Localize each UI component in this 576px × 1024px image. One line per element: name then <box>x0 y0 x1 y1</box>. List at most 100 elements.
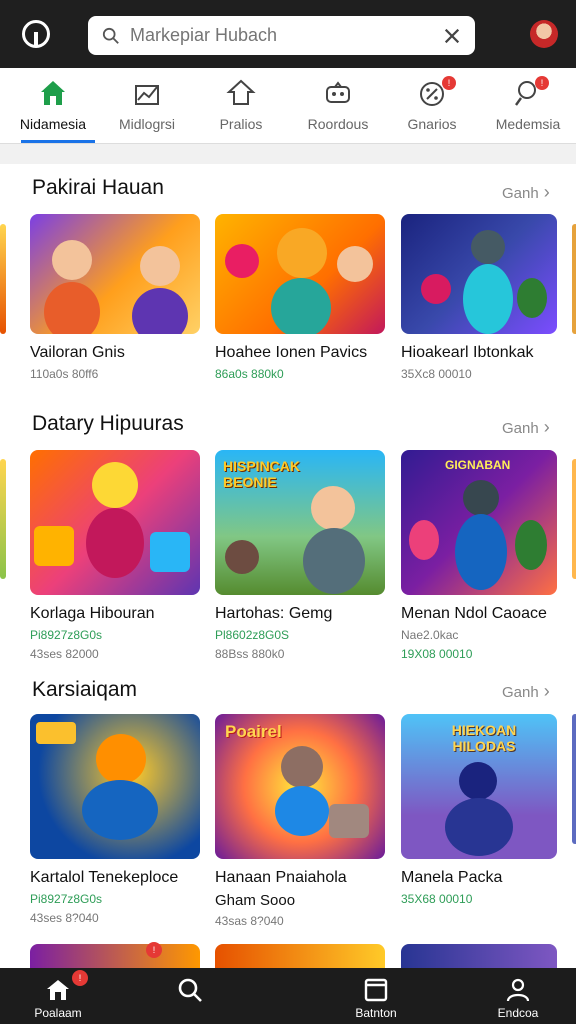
card-meta: 19X08 00010 <box>401 647 473 661</box>
card-meta: Gham Sooo <box>215 892 296 909</box>
logo-icon[interactable] <box>22 20 50 48</box>
tab-gnarios[interactable]: ! Gnarios <box>384 68 480 144</box>
card-title: Manela Packa <box>401 869 503 886</box>
nav-home[interactable]: ! Poalaam <box>18 968 98 1024</box>
card-meta: 43sas 8?040 <box>215 914 284 928</box>
tab-label: Pralios <box>219 116 263 132</box>
see-all-link[interactable]: Ganh <box>502 417 550 438</box>
search-icon <box>102 27 119 44</box>
category-tabs: Nidamesia Midlogrsi Pralios Roordous ! G… <box>0 68 576 144</box>
notification-badge: ! <box>442 76 456 90</box>
prev-card-peek[interactable] <box>0 459 6 579</box>
tab-label: Roordous <box>307 116 369 132</box>
tab-pralios[interactable]: Pralios <box>193 68 289 144</box>
person-icon <box>506 978 530 1002</box>
game-card[interactable]: Kartalol Tenekeploce Pi8927z8G0s 43ses 8… <box>30 714 200 925</box>
game-thumbnail: HIEKOAN HILODAS <box>401 714 557 859</box>
next-card-peek[interactable] <box>572 459 576 579</box>
see-all-link[interactable]: Ganh <box>502 182 550 203</box>
section-title: Datary Hipuuras <box>32 412 184 435</box>
tab-label: Medemsia <box>495 116 561 132</box>
main-content: Pakirai Hauan Ganh Vailoran Gnis 110a0s … <box>0 164 576 968</box>
game-card-partial[interactable]: ! <box>30 942 200 968</box>
active-tab-indicator <box>21 140 95 143</box>
game-card[interactable]: HIEKOAN HILODAS Manela Packa 35X68 00010 <box>401 714 571 906</box>
card-title: Korlaga Hibouran <box>30 605 155 622</box>
chart-icon <box>135 85 159 105</box>
game-thumbnail <box>401 214 557 334</box>
game-banner-text: Poairel <box>225 722 282 741</box>
game-thumbnail: HISPINCAK BEONIE <box>215 450 385 595</box>
card-title: Hartohas: Gemg <box>215 605 333 622</box>
notification-badge: ! <box>146 942 162 958</box>
tab-roordous[interactable]: Roordous <box>290 68 386 144</box>
game-banner-text: HISPINCAK BEONIE <box>223 458 301 490</box>
home-icon <box>41 81 65 105</box>
game-card-partial[interactable] <box>401 944 557 968</box>
game-thumbnail <box>215 214 385 334</box>
nav-label: Batnton <box>355 1006 397 1020</box>
game-card[interactable]: Hoahee Ionen Pavics 86a0s 880k0 <box>215 214 385 381</box>
card-title: Menan Ndol Caoace <box>401 605 547 622</box>
tab-label: Midlogrsi <box>118 116 175 132</box>
card-title: Hioakearl Ibtonkak <box>401 344 534 361</box>
card-meta: Pi8927z8G0s <box>30 892 103 906</box>
avatar[interactable] <box>530 20 558 48</box>
tablet-icon <box>364 978 388 1002</box>
card-title: Hoahee Ionen Pavics <box>215 344 368 361</box>
card-meta: 110a0s 80ff6 <box>30 367 99 381</box>
notification-badge: ! <box>72 970 88 986</box>
top-bar <box>0 0 576 68</box>
card-meta: 88Bss 880k0 <box>215 647 285 661</box>
game-card[interactable]: Korlaga Hibouran Pi8927z8G0s 43ses 82000 <box>30 450 200 661</box>
see-all-link[interactable]: Ganh <box>502 681 550 702</box>
search-input[interactable] <box>130 25 443 46</box>
card-meta: Nae2.0kac <box>401 628 459 642</box>
card-title: Hanaan Pnaiahola <box>215 869 347 886</box>
home-icon <box>47 980 69 1000</box>
notification-badge: ! <box>535 76 549 90</box>
tab-midlogrsi[interactable]: Midlogrsi <box>99 68 195 144</box>
search-bar[interactable] <box>88 16 475 55</box>
game-thumbnail: GIGNABAN <box>401 450 557 595</box>
card-meta: 43ses 82000 <box>30 647 99 661</box>
game-card[interactable]: HISPINCAK BEONIE Hartohas: Gemg Pl8602z8… <box>215 450 385 661</box>
search-icon <box>178 978 202 1002</box>
game-banner-text: GIGNABAN <box>445 458 511 472</box>
gamepad-icon <box>326 81 350 103</box>
tab-medemsia[interactable]: ! Medemsia <box>480 68 576 144</box>
game-card[interactable]: Poairel Hanaan Pnaiahola Gham Sooo 43sas… <box>215 714 385 928</box>
next-card-peek[interactable] <box>572 714 576 844</box>
game-card[interactable]: GIGNABAN Menan Ndol Caoace Nae2.0kac 19X… <box>401 450 571 661</box>
card-meta: Pl8602z8G0S <box>215 628 290 642</box>
game-thumbnail: Poairel <box>215 714 385 859</box>
nav-profile[interactable]: Endcoa <box>478 968 558 1024</box>
game-card[interactable]: Vailoran Gnis 110a0s 80ff6 <box>30 214 200 381</box>
game-thumbnail <box>30 450 200 595</box>
nav-batnton[interactable]: Batnton <box>336 968 416 1024</box>
card-meta: 35Xc8 00010 <box>401 367 472 381</box>
tag-icon <box>226 79 256 105</box>
tab-label: Nidamesia <box>19 116 87 132</box>
tab-nidamesia[interactable]: Nidamesia <box>5 68 101 144</box>
game-card[interactable]: Hioakearl Ibtonkak 35Xc8 00010 <box>401 214 571 381</box>
game-thumbnail <box>30 214 200 334</box>
card-meta: Pi8927z8G0s <box>30 628 103 642</box>
nav-label: Poalaam <box>34 1006 82 1020</box>
nav-label: Endcoa <box>497 1006 539 1020</box>
card-meta: 35X68 00010 <box>401 892 473 906</box>
section-title: Karsiaiqam <box>32 678 138 701</box>
close-icon[interactable] <box>443 27 461 45</box>
next-card-peek[interactable] <box>572 224 576 334</box>
game-card-partial[interactable] <box>215 944 385 968</box>
prev-card-peek[interactable] <box>0 224 6 334</box>
bottom-nav: ! Poalaam Batnton Endcoa <box>0 968 576 1024</box>
card-title: Vailoran Gnis <box>30 344 125 361</box>
card-title: Kartalol Tenekeploce <box>30 869 179 886</box>
card-meta: 43ses 8?040 <box>30 911 99 925</box>
game-banner-text: HIEKOAN HILODAS <box>451 722 517 754</box>
section-title: Pakirai Hauan <box>32 176 164 199</box>
game-thumbnail <box>30 714 200 859</box>
card-meta: 86a0s 880k0 <box>215 367 284 381</box>
nav-search[interactable] <box>150 968 230 1024</box>
